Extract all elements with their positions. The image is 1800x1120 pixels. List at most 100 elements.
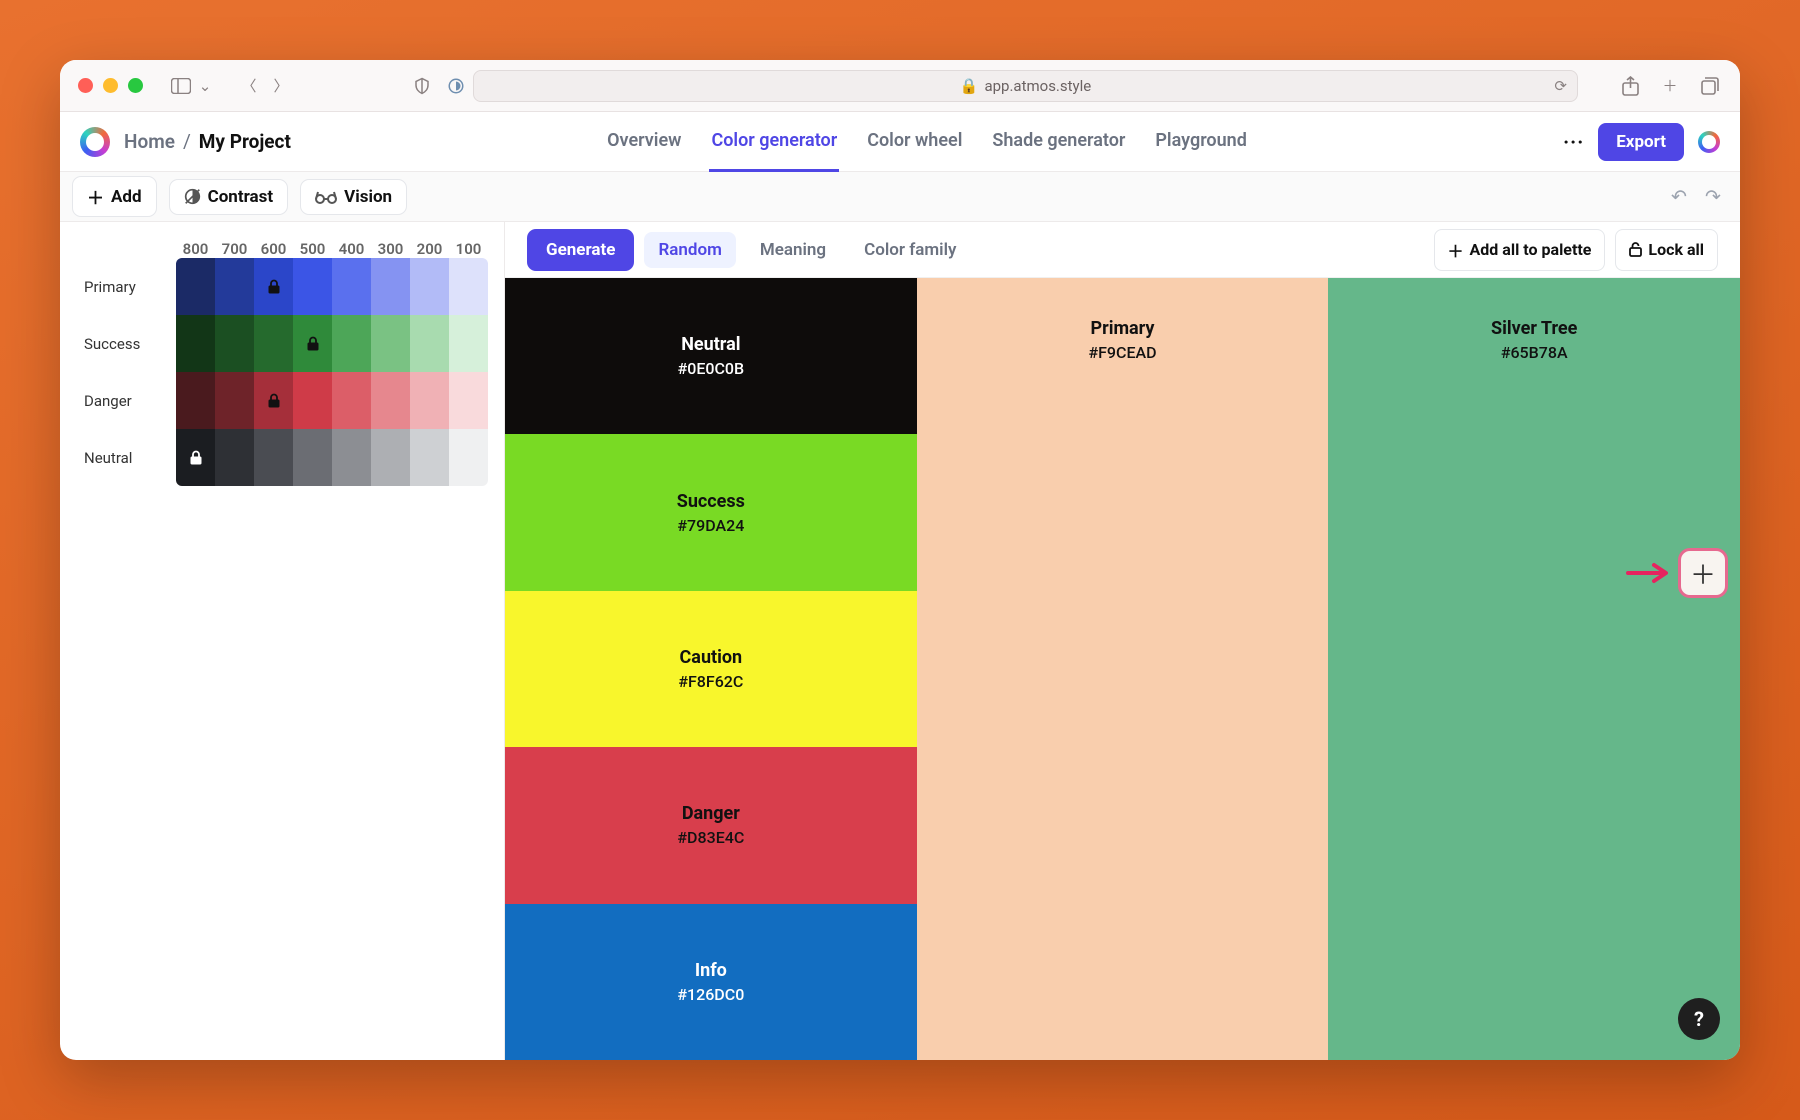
swatch[interactable]: [254, 315, 293, 372]
swatch[interactable]: [332, 258, 371, 315]
swatch[interactable]: [332, 372, 371, 429]
plus-icon: ＋: [87, 184, 104, 209]
segment-name: Info: [695, 960, 727, 981]
color-segment-info[interactable]: Info#126DC0: [505, 904, 917, 1060]
swatch[interactable]: [176, 372, 215, 429]
swatch[interactable]: [215, 315, 254, 372]
url-bar[interactable]: 🔒 app.atmos.style ⟳: [473, 70, 1578, 102]
app-header: Home / My Project Overview Color generato…: [60, 112, 1740, 172]
column-silver-tree[interactable]: Silver Tree #65B78A: [1328, 278, 1740, 1060]
back-button[interactable]: 〈: [237, 74, 261, 98]
new-tab-button[interactable]: ＋: [1658, 74, 1682, 98]
lock-icon: [189, 450, 202, 465]
swatch[interactable]: [293, 315, 332, 372]
share-button[interactable]: [1618, 74, 1642, 98]
palette-row-label: Success: [70, 335, 176, 353]
tab-playground[interactable]: Playground: [1153, 112, 1248, 172]
generator-toolbar: Generate Random Meaning Color family ＋ A…: [505, 222, 1740, 278]
swatch[interactable]: [293, 372, 332, 429]
minimize-window-button[interactable]: [103, 78, 118, 93]
swatch[interactable]: [371, 372, 410, 429]
mode-color-family-button[interactable]: Color family: [850, 232, 970, 268]
mode-meaning-button[interactable]: Meaning: [746, 232, 840, 268]
breadcrumb-project[interactable]: My Project: [199, 130, 291, 153]
main-content: 800700600500400300200100 Primary Success D…: [60, 222, 1740, 1060]
add-all-to-palette-button[interactable]: ＋ Add all to palette: [1434, 229, 1606, 271]
shade-header: 800700600500400300200100: [176, 240, 494, 258]
swatch[interactable]: [215, 258, 254, 315]
tabs-overview-button[interactable]: [1698, 74, 1722, 98]
vision-button[interactable]: Vision: [300, 179, 407, 215]
palette-row: Primary: [70, 258, 494, 315]
color-segment-danger[interactable]: Danger#D83E4C: [505, 747, 917, 903]
breadcrumb: Home / My Project: [124, 130, 291, 153]
swatch[interactable]: [410, 315, 449, 372]
color-columns: Neutral#0E0C0BSuccess#79DA24Caution#F8F6…: [505, 278, 1740, 1060]
swatch[interactable]: [254, 429, 293, 486]
browser-chrome: ⌄ 〈 〉 🔒 app.atmos.style ⟳ ＋: [60, 60, 1740, 112]
swatch[interactable]: [449, 258, 488, 315]
undo-button[interactable]: ↶: [1664, 182, 1694, 212]
swatch[interactable]: [332, 315, 371, 372]
swatch[interactable]: [176, 315, 215, 372]
tab-shade-generator[interactable]: Shade generator: [990, 112, 1127, 172]
shade-level-label: 500: [293, 240, 332, 258]
add-column-button[interactable]: ＋: [1678, 548, 1728, 598]
swatch[interactable]: [215, 429, 254, 486]
more-menu-button[interactable]: ···: [1563, 130, 1584, 154]
color-segment-success[interactable]: Success#79DA24: [505, 434, 917, 590]
app-logo[interactable]: [80, 127, 110, 157]
segment-hex: #F8F62C: [678, 672, 743, 691]
contrast-button[interactable]: Contrast: [169, 179, 289, 215]
swatch[interactable]: [254, 258, 293, 315]
add-button[interactable]: ＋ Add: [72, 176, 157, 217]
column-primary[interactable]: Primary #F9CEAD: [917, 278, 1329, 1060]
tab-overview[interactable]: Overview: [605, 112, 683, 172]
swatch[interactable]: [371, 315, 410, 372]
shield-icon[interactable]: [410, 74, 434, 98]
generate-button[interactable]: Generate: [527, 229, 634, 271]
app-window: ⌄ 〈 〉 🔒 app.atmos.style ⟳ ＋: [60, 60, 1740, 1060]
swatch[interactable]: [254, 372, 293, 429]
swatch[interactable]: [449, 372, 488, 429]
swatch[interactable]: [332, 429, 371, 486]
glasses-icon: [315, 190, 337, 204]
swatch[interactable]: [449, 315, 488, 372]
tab-color-wheel[interactable]: Color wheel: [865, 112, 964, 172]
sidebar-toggle-button[interactable]: ⌄: [171, 74, 217, 98]
reload-button[interactable]: ⟳: [1554, 77, 1567, 95]
redo-button[interactable]: ↷: [1698, 182, 1728, 212]
help-button[interactable]: ?: [1678, 998, 1720, 1040]
forward-button[interactable]: 〉: [269, 74, 293, 98]
plus-icon: ＋: [1690, 555, 1716, 592]
shade-level-label: 100: [449, 240, 488, 258]
swatch[interactable]: [410, 372, 449, 429]
export-button[interactable]: Export: [1598, 123, 1684, 161]
breadcrumb-home[interactable]: Home: [124, 130, 175, 153]
mode-random-button[interactable]: Random: [644, 232, 735, 268]
tab-color-generator[interactable]: Color generator: [709, 112, 839, 172]
close-window-button[interactable]: [78, 78, 93, 93]
swatch[interactable]: [371, 429, 410, 486]
color-segment-caution[interactable]: Caution#F8F62C: [505, 591, 917, 747]
segment-hex: #79DA24: [677, 516, 744, 535]
shade-level-label: 600: [254, 240, 293, 258]
lock-icon: [306, 336, 319, 351]
account-avatar[interactable]: [1698, 131, 1720, 153]
swatch[interactable]: [293, 258, 332, 315]
swatch[interactable]: [449, 429, 488, 486]
swatch[interactable]: [410, 429, 449, 486]
contrast-icon: [184, 188, 201, 205]
fullscreen-window-button[interactable]: [128, 78, 143, 93]
swatch[interactable]: [176, 258, 215, 315]
segment-hex: #0E0C0B: [678, 359, 745, 378]
swatch[interactable]: [410, 258, 449, 315]
swatch[interactable]: [371, 258, 410, 315]
lock-all-button[interactable]: Lock all: [1615, 229, 1718, 271]
extension-icon[interactable]: [444, 74, 468, 98]
swatch[interactable]: [293, 429, 332, 486]
swatch[interactable]: [176, 429, 215, 486]
color-segment-neutral[interactable]: Neutral#0E0C0B: [505, 278, 917, 434]
swatch[interactable]: [215, 372, 254, 429]
column-semantic[interactable]: Neutral#0E0C0BSuccess#79DA24Caution#F8F6…: [505, 278, 917, 1060]
